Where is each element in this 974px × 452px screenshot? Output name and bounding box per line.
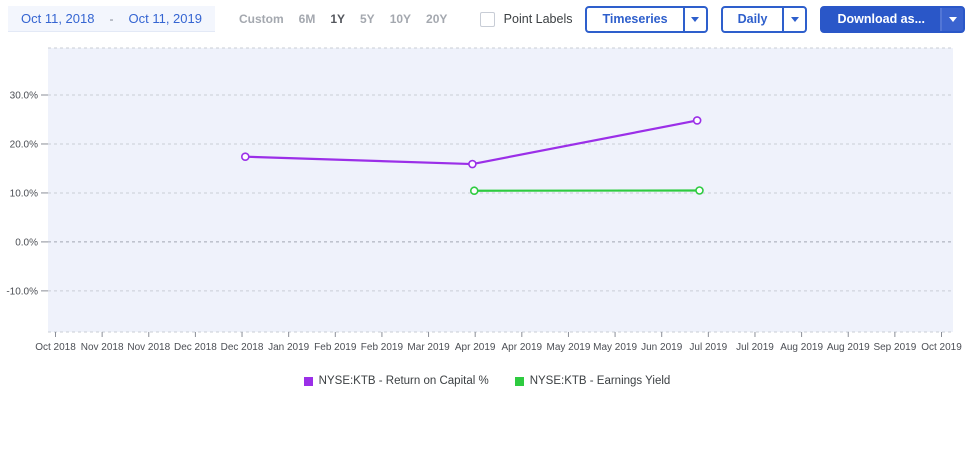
timeseries-button[interactable]: Timeseries xyxy=(585,5,708,33)
x-axis-label: Aug 2019 xyxy=(827,342,870,353)
frequency-dropdown-toggle[interactable] xyxy=(782,7,805,31)
legend: NYSE:KTB - Return on Capital % NYSE:KTB -… xyxy=(0,375,974,387)
x-axis-label: Jun 2019 xyxy=(641,342,683,353)
x-axis-label: May 2019 xyxy=(546,342,590,353)
chart-page: Oct 11, 2018 - Oct 11, 2019 Custom 6M 1Y 5Y… xyxy=(0,0,974,452)
data-point-marker[interactable] xyxy=(240,152,250,162)
data-point-marker[interactable] xyxy=(468,159,477,169)
x-axis-label: Dec 2018 xyxy=(174,342,217,353)
x-axis-label: Nov 2018 xyxy=(127,342,170,353)
range-option-custom[interactable]: Custom xyxy=(239,12,284,26)
x-axis-label: Jan 2019 xyxy=(268,342,310,353)
legend-item[interactable]: NYSE:KTB - Return on Capital % xyxy=(303,375,489,387)
y-axis-label: 10.0% xyxy=(10,188,38,199)
toolbar-right: Point Labels Timeseries Daily Download a… xyxy=(479,5,965,33)
legend-item[interactable]: NYSE:KTB - Earnings Yield xyxy=(514,375,671,387)
chevron-down-icon xyxy=(691,16,700,22)
x-axis-label: Apr 2019 xyxy=(502,342,543,353)
frequency-button[interactable]: Daily xyxy=(720,5,808,33)
x-axis-label: Jul 2019 xyxy=(689,342,727,353)
end-date[interactable]: Oct 11, 2019 xyxy=(128,11,201,26)
x-axis-label: Aug 2019 xyxy=(780,342,823,353)
y-axis-label: 30.0% xyxy=(10,91,38,102)
x-axis-label: Mar 2019 xyxy=(407,342,450,353)
timeseries-dropdown-toggle[interactable] xyxy=(682,7,706,31)
point-labels-checkbox[interactable] xyxy=(479,11,495,27)
range-options: Custom 6M 1Y 5Y 10Y 20Y xyxy=(239,12,447,26)
x-axis-label: Apr 2019 xyxy=(455,342,496,353)
legend-label: NYSE:KTB - Earnings Yield xyxy=(529,375,671,387)
legend-swatch xyxy=(303,376,313,386)
range-option-6m[interactable]: 6M xyxy=(299,12,316,26)
x-axis-label: Dec 2018 xyxy=(221,342,264,353)
x-axis-label: Oct 2018 xyxy=(35,342,76,353)
timeseries-button-label[interactable]: Timeseries xyxy=(587,8,682,31)
toolbar: Oct 11, 2018 - Oct 11, 2019 Custom 6M 1Y 5Y… xyxy=(8,5,965,33)
x-axis-label: May 2019 xyxy=(593,342,637,353)
data-point-marker[interactable] xyxy=(692,116,702,125)
legend-label: NYSE:KTB - Return on Capital % xyxy=(318,375,489,387)
x-axis-label: Jul 2019 xyxy=(736,342,774,353)
toolbar-left: Oct 11, 2018 - Oct 11, 2019 Custom 6M 1Y 5Y… xyxy=(8,6,447,32)
x-axis-label: Feb 2019 xyxy=(314,342,357,353)
date-range-picker[interactable]: Oct 11, 2018 - Oct 11, 2019 xyxy=(8,6,215,32)
data-point-marker[interactable] xyxy=(469,186,479,196)
range-option-5y[interactable]: 5Y xyxy=(360,12,375,26)
chevron-down-icon xyxy=(948,16,957,22)
chevron-down-icon xyxy=(790,16,799,22)
x-axis-label: Oct 2019 xyxy=(921,342,962,353)
y-axis-label: 20.0% xyxy=(10,139,38,150)
x-axis-label: Feb 2019 xyxy=(361,342,404,353)
start-date[interactable]: Oct 11, 2018 xyxy=(21,11,94,26)
range-option-1y[interactable]: 1Y xyxy=(330,12,345,26)
range-option-10y[interactable]: 10Y xyxy=(390,12,411,26)
x-axis-label: Sep 2019 xyxy=(873,342,916,353)
y-axis-label: 0.0% xyxy=(15,237,38,248)
y-axis-label: -10.0% xyxy=(6,286,38,297)
chart-canvas: 30.0% 20.0% 10.0% 0.0% -10.0% Oct 2018 Nov 201… xyxy=(6,47,962,353)
frequency-button-label[interactable]: Daily xyxy=(723,8,783,31)
download-button-label[interactable]: Download as... xyxy=(822,8,940,31)
range-option-20y[interactable]: 20Y xyxy=(426,12,447,26)
date-range-separator: - xyxy=(109,11,114,26)
download-button[interactable]: Download as... xyxy=(820,5,965,33)
download-dropdown-toggle[interactable] xyxy=(940,7,963,31)
legend-swatch xyxy=(514,376,524,386)
data-point-marker[interactable] xyxy=(695,186,704,195)
x-axis-label: Nov 2018 xyxy=(81,342,124,353)
point-labels-label: Point Labels xyxy=(503,12,573,26)
